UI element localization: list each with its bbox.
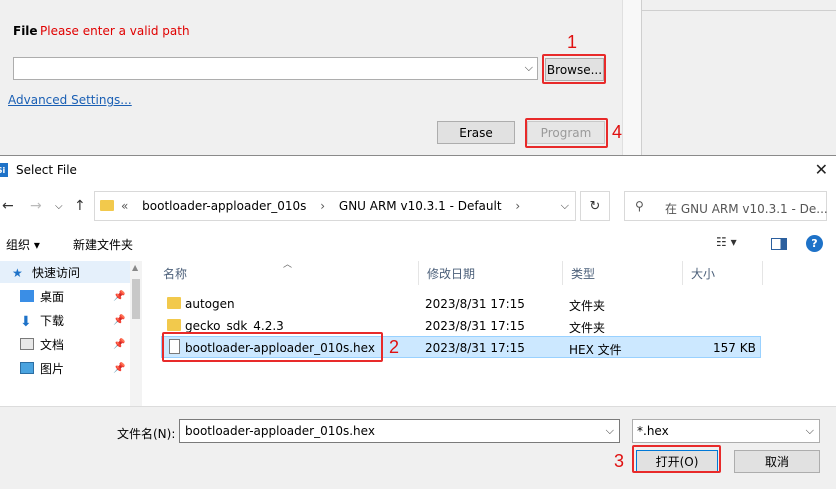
download-icon: ⬇ <box>20 314 32 330</box>
erase-button[interactable]: Erase <box>437 121 515 144</box>
nav-item-label: 图片 <box>40 361 65 376</box>
file-type: HEX 文件 <box>569 343 622 357</box>
caret-down-icon: ▾ <box>33 238 40 252</box>
filter-value: *.hex <box>637 424 669 438</box>
nav-item-desktop[interactable]: 桌面 📌 <box>0 285 130 307</box>
breadcrumb-separator-icon[interactable]: › <box>515 199 520 213</box>
step-number-4: 4 <box>612 122 623 142</box>
forward-arrow-icon[interactable]: → <box>30 198 42 214</box>
file-type: 文件夹 <box>569 299 606 313</box>
pictures-icon <box>20 362 34 374</box>
column-header-size[interactable]: 大小 <box>683 261 763 285</box>
file-type-filter[interactable]: *.hex ⌵ <box>632 419 820 443</box>
side-panel <box>642 0 836 155</box>
annotation-box-hex-file <box>162 332 383 362</box>
dialog-titlebar: Si Select File ✕ <box>0 156 836 186</box>
view-options-icon[interactable]: ☷ ▾ <box>716 235 737 249</box>
file-path-combobox[interactable]: ⌵ <box>13 57 538 80</box>
help-icon[interactable]: ? <box>806 235 823 252</box>
annotation-box-browse <box>542 54 606 84</box>
file-modified: 2023/8/31 17:15 <box>425 297 525 311</box>
nav-item-documents[interactable]: 文档 📌 <box>0 333 130 355</box>
folder-icon <box>167 319 181 331</box>
file-label: File <box>13 24 38 38</box>
dialog-title: Select File <box>16 163 77 177</box>
file-error-message: Please enter a valid path <box>40 24 190 38</box>
scroll-up-icon[interactable]: ▲ <box>132 263 138 272</box>
pin-icon: 📌 <box>113 362 126 374</box>
search-icon: ⚲ <box>635 199 644 213</box>
chevron-down-icon[interactable]: ⌵ <box>525 61 533 75</box>
nav-item-pictures[interactable]: 图片 📌 <box>0 357 130 379</box>
chevron-down-icon[interactable]: ⌵ <box>606 424 614 438</box>
address-bar[interactable]: « bootloader-apploader_010s › GNU ARM v1… <box>94 191 576 221</box>
breadcrumb-separator-icon[interactable]: › <box>320 199 325 213</box>
pin-icon: 📌 <box>113 338 126 350</box>
nav-item-quick-access[interactable]: ★ 快速访问 <box>0 261 130 283</box>
annotation-box-open <box>632 445 721 473</box>
star-icon: ★ <box>12 266 23 280</box>
back-arrow-icon[interactable]: ← <box>2 198 14 214</box>
step-number-1: 1 <box>567 32 578 52</box>
filename-input[interactable]: bootloader-apploader_010s.hex ⌵ <box>179 419 620 443</box>
new-folder-button[interactable]: 新建文件夹 <box>73 236 133 253</box>
panel-divider <box>622 0 642 155</box>
close-icon[interactable]: ✕ <box>815 160 828 179</box>
breadcrumb-overflow[interactable]: « <box>121 199 128 213</box>
desktop-icon <box>20 290 34 302</box>
column-header-type[interactable]: 类型 <box>563 261 683 285</box>
file-row[interactable]: autogen 2023/8/31 17:15 文件夹 <box>161 293 761 315</box>
navigation-pane: ★ 快速访问 桌面 📌 ⬇ 下载 📌 文档 📌 图片 📌 ▲ <box>0 261 142 406</box>
nav-item-label: 桌面 <box>40 289 65 304</box>
file-type: 文件夹 <box>569 321 606 335</box>
file-modified: 2023/8/31 17:15 <box>425 341 525 355</box>
up-arrow-icon[interactable]: ↑ <box>74 198 86 214</box>
filename-label: 文件名(N): <box>117 427 176 441</box>
breadcrumb-item[interactable]: bootloader-apploader_010s <box>142 199 306 213</box>
search-placeholder: 在 GNU ARM v10.3.1 - De... <box>665 202 828 216</box>
organize-menu[interactable]: 组织 ▾ <box>6 236 40 253</box>
column-header-name[interactable]: 名称 <box>155 261 419 285</box>
select-file-dialog: Si Select File ✕ ← → ⌵ ↑ « bootloader-ap… <box>0 155 836 489</box>
file-size: 157 KB <box>713 341 756 355</box>
filename-value: bootloader-apploader_010s.hex <box>185 424 375 438</box>
refresh-button[interactable]: ↻ <box>580 191 610 221</box>
nav-item-label: 文档 <box>40 337 65 352</box>
document-icon <box>20 338 34 350</box>
file-name: autogen <box>185 297 235 311</box>
nav-item-downloads[interactable]: ⬇ 下载 📌 <box>0 309 130 331</box>
app-icon: Si <box>0 163 8 177</box>
command-bar: 组织 ▾ 新建文件夹 ☷ ▾ ? <box>0 230 836 258</box>
advanced-settings-link[interactable]: Advanced Settings... <box>8 93 132 107</box>
column-header-modified[interactable]: 修改日期 <box>419 261 563 285</box>
step-number-2: 2 <box>389 337 400 357</box>
organize-label: 组织 <box>6 238 31 252</box>
nav-scrollbar[interactable]: ▲ <box>130 261 142 406</box>
recent-locations-chevron-icon[interactable]: ⌵ <box>55 201 63 212</box>
file-name: gecko_sdk_4.2.3 <box>185 319 284 333</box>
breadcrumb-item[interactable]: GNU ARM v10.3.1 - Default <box>339 199 502 213</box>
chevron-down-icon[interactable]: ⌵ <box>806 424 814 438</box>
scrollbar-thumb[interactable] <box>132 279 140 319</box>
file-modified: 2023/8/31 17:15 <box>425 319 525 333</box>
navigation-bar: ← → ⌵ ↑ « bootloader-apploader_010s › GN… <box>0 190 836 224</box>
pin-icon: 📌 <box>113 314 126 326</box>
folder-icon <box>100 200 114 211</box>
folder-icon <box>167 297 181 309</box>
refresh-icon: ↻ <box>589 198 601 214</box>
pin-icon: 📌 <box>113 290 126 302</box>
search-input[interactable]: ⚲ 在 GNU ARM v10.3.1 - De... <box>624 191 828 221</box>
nav-item-label: 快速访问 <box>32 265 81 280</box>
step-number-3: 3 <box>614 451 625 471</box>
cancel-button[interactable]: 取消 <box>734 450 820 473</box>
annotation-box-program <box>525 118 608 148</box>
address-dropdown-chevron-icon[interactable]: ⌵ <box>561 199 569 213</box>
preview-pane-icon[interactable] <box>771 238 787 250</box>
nav-item-label: 下载 <box>40 313 65 328</box>
